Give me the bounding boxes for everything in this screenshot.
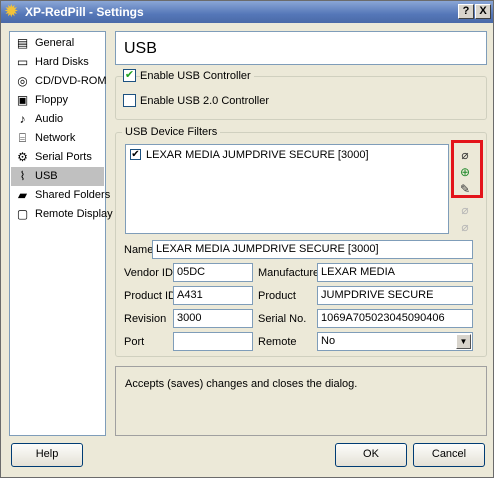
- remote-label: Remote: [258, 336, 297, 348]
- enable-usb2-label: Enable USB 2.0 Controller: [140, 95, 270, 107]
- serial-port-icon: ⚙: [17, 150, 28, 164]
- sidebar-item-label: Floppy: [35, 94, 69, 106]
- cancel-button[interactable]: Cancel: [413, 443, 485, 467]
- sidebar-item-shared-folders[interactable]: ▰ Shared Folders: [11, 186, 110, 205]
- gear-icon: ✹: [5, 3, 18, 20]
- description-text: Accepts (saves) changes and closes the d…: [125, 378, 358, 390]
- port-field[interactable]: [173, 332, 253, 351]
- remote-select-value: No: [321, 335, 336, 347]
- edit-filter-icon[interactable]: ✎: [457, 181, 473, 197]
- floppy-icon: ▣: [16, 93, 29, 107]
- sidebar-item-serial-ports[interactable]: ⚙ Serial Ports: [11, 148, 104, 167]
- settings-sidebar: ▤ General ▭ Hard Disks ◎ CD/DVD-ROM ▣ Fl…: [9, 31, 113, 436]
- usb-icon: ⌇: [19, 169, 26, 183]
- sidebar-item-floppy[interactable]: ▣ Floppy: [11, 91, 104, 110]
- page-title: USB: [124, 40, 157, 57]
- sidebar-item-remote-display[interactable]: ▢ Remote Display: [11, 205, 113, 224]
- general-icon: ▤: [16, 36, 29, 50]
- hard-disk-icon: ▭: [16, 55, 29, 69]
- manufacturer-label: Manufacturer: [258, 267, 323, 279]
- name-label: Name: [124, 244, 154, 256]
- usb-filters-group-label: USB Device Filters: [122, 126, 221, 138]
- sidebar-item-network[interactable]: ⌸ Network: [11, 129, 104, 148]
- sidebar-item-label: Serial Ports: [35, 151, 92, 163]
- enable-usb-label: Enable USB Controller: [140, 70, 254, 82]
- window-title: XP-RedPill - Settings: [25, 5, 144, 19]
- remote-select[interactable]: No ▼: [317, 332, 473, 351]
- vendor-id-label: Vendor ID: [124, 267, 173, 279]
- manufacturer-field[interactable]: LEXAR MEDIA: [317, 263, 473, 282]
- network-icon: ⌸: [18, 131, 27, 145]
- sidebar-item-hard-disks[interactable]: ▭ Hard Disks: [11, 53, 104, 72]
- sidebar-item-label: CD/DVD-ROM: [35, 75, 107, 87]
- sidebar-item-usb[interactable]: ⌇ USB: [11, 167, 104, 186]
- serial-no-field[interactable]: 1069A705023045090406: [317, 309, 473, 328]
- ok-button[interactable]: OK: [335, 443, 407, 467]
- filter-enabled-checkbox[interactable]: ✔: [130, 149, 141, 160]
- move-filter-up-icon[interactable]: ⌀: [457, 202, 473, 218]
- sidebar-item-audio[interactable]: ♪ Audio: [11, 110, 104, 129]
- sidebar-item-cd-dvd-rom[interactable]: ◎ CD/DVD-ROM: [11, 72, 107, 91]
- title-bar: ✹ XP-RedPill - Settings ? X: [1, 1, 493, 23]
- vendor-id-field[interactable]: 05DC: [173, 263, 253, 282]
- move-filter-down-icon[interactable]: ⌀: [457, 219, 473, 235]
- cd-icon: ◎: [17, 74, 28, 88]
- help-title-button[interactable]: ?: [458, 4, 474, 19]
- revision-label: Revision: [124, 313, 167, 325]
- sidebar-item-label: Network: [35, 132, 76, 144]
- name-field[interactable]: LEXAR MEDIA JUMPDRIVE SECURE [3000]: [152, 240, 473, 259]
- audio-icon: ♪: [19, 112, 26, 126]
- product-id-label: Product ID: [124, 290, 176, 302]
- chevron-down-icon[interactable]: ▼: [456, 334, 471, 349]
- description-box: Accepts (saves) changes and closes the d…: [115, 366, 487, 436]
- remote-display-icon: ▢: [16, 207, 29, 221]
- sidebar-item-general[interactable]: ▤ General: [11, 34, 104, 53]
- filter-label: LEXAR MEDIA JUMPDRIVE SECURE [3000]: [146, 149, 369, 161]
- product-field[interactable]: JUMPDRIVE SECURE: [317, 286, 473, 305]
- sidebar-item-label: General: [35, 37, 75, 49]
- enable-usb2-checkbox[interactable]: [123, 94, 136, 107]
- port-label: Port: [124, 336, 145, 348]
- product-id-field[interactable]: A431: [173, 286, 253, 305]
- add-filter-from-device-icon[interactable]: ⊕: [457, 164, 473, 180]
- sidebar-item-label: USB: [35, 170, 58, 182]
- settings-dialog: ✹ XP-RedPill - Settings ? X ▤ General ▭ …: [0, 0, 494, 478]
- sidebar-item-label: Audio: [35, 113, 64, 125]
- usb-filters-list[interactable]: ✔ LEXAR MEDIA JUMPDRIVE SECURE [3000]: [125, 144, 449, 234]
- sidebar-item-label: Shared Folders: [35, 189, 111, 201]
- page-header: USB: [115, 31, 487, 65]
- shared-folder-icon: ▰: [17, 188, 28, 202]
- serial-no-label: Serial No.: [258, 313, 307, 325]
- help-button[interactable]: Help: [11, 443, 83, 467]
- sidebar-item-label: Hard Disks: [35, 56, 89, 68]
- close-button[interactable]: X: [475, 4, 491, 19]
- revision-field[interactable]: 3000: [173, 309, 253, 328]
- product-label: Product: [258, 290, 296, 302]
- add-empty-filter-icon[interactable]: ⌀: [457, 147, 473, 163]
- sidebar-item-label: Remote Display: [35, 208, 113, 220]
- enable-usb-checkbox[interactable]: ✔: [123, 69, 136, 82]
